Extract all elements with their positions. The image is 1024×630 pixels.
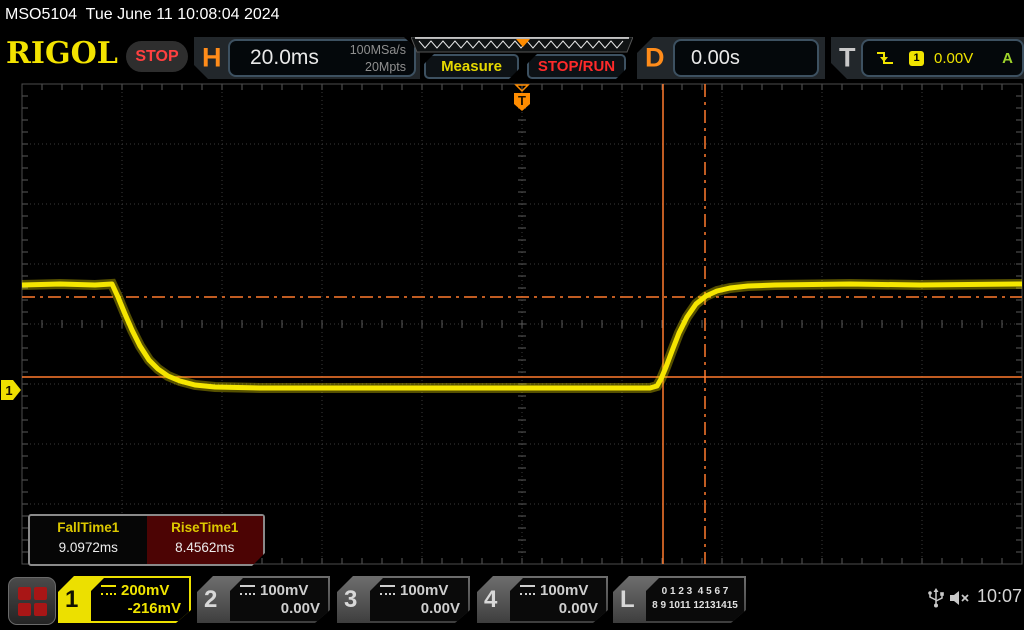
channel3-tab[interactable]: 3 100mV 0.00V (337, 576, 470, 623)
logic-digits-row2: 8 9 1011 12131415 (646, 599, 744, 613)
falltime-measurement[interactable]: FallTime1 9.0972ms (30, 516, 147, 564)
channel1-offset: -216mV (91, 600, 181, 617)
risetime-measurement[interactable]: RiseTime1 8.4562ms (147, 516, 264, 564)
channel2-scale: 100mV (260, 582, 308, 599)
oscilloscope-screen: MSO5104 Tue June 11 10:08:04 2024 RIGOL … (0, 0, 1024, 630)
channel1-ground-marker[interactable]: 1 (1, 380, 21, 400)
channel4-scale: 100mV (540, 582, 588, 599)
logic-label: L (620, 586, 635, 614)
logic-digits-row1: 0 1 2 3 4 5 6 7 (646, 585, 744, 599)
risetime-label: RiseTime1 (147, 520, 264, 535)
svg-text:T: T (518, 93, 526, 108)
channel2-number: 2 (204, 586, 217, 614)
channel4-panel: 100mV 0.00V (510, 578, 606, 621)
dc-coupling-icon (520, 585, 535, 596)
dc-coupling-icon (101, 585, 116, 596)
graticule-grid (22, 84, 1022, 564)
measurement-results-panel[interactable]: FallTime1 9.0972ms RiseTime1 8.4562ms (28, 514, 265, 566)
channel2-offset: 0.00V (230, 600, 320, 617)
channel3-offset: 0.00V (370, 600, 460, 617)
usb-icon (927, 588, 945, 608)
channel3-number: 3 (344, 586, 357, 614)
dc-coupling-icon (240, 585, 255, 596)
channel1-panel: 200mV -216mV (91, 578, 189, 621)
speaker-muted-icon (949, 590, 971, 606)
channel3-panel: 100mV 0.00V (370, 578, 468, 621)
menu-button[interactable] (8, 577, 56, 625)
svg-text:1: 1 (5, 383, 12, 398)
logic-analyzer-tab[interactable]: L 0 1 2 3 4 5 6 7 8 9 1011 12131415 (613, 576, 746, 623)
channel2-panel: 100mV 0.00V (230, 578, 328, 621)
dc-coupling-icon (380, 585, 395, 596)
risetime-value: 8.4562ms (147, 540, 264, 555)
falltime-value: 9.0972ms (30, 540, 147, 555)
channel3-scale: 100mV (400, 582, 448, 599)
falltime-label: FallTime1 (30, 520, 147, 535)
channel4-number: 4 (484, 586, 497, 614)
channel4-tab[interactable]: 4 100mV 0.00V (477, 576, 608, 623)
clock: 10:07 (977, 586, 1022, 607)
channel4-offset: 0.00V (510, 600, 598, 617)
logic-panel: 0 1 2 3 4 5 6 7 8 9 1011 12131415 (646, 578, 744, 621)
channel2-tab[interactable]: 2 100mV 0.00V (197, 576, 330, 623)
menu-grid-icon (18, 587, 47, 616)
channel-status-bar: 1 200mV -216mV 2 100mV 0.00V 3 100mV 0.0… (0, 574, 1024, 630)
channel1-tab[interactable]: 1 200mV -216mV (58, 576, 191, 623)
channel1-scale: 200mV (121, 582, 169, 599)
channel1-number: 1 (65, 586, 78, 614)
